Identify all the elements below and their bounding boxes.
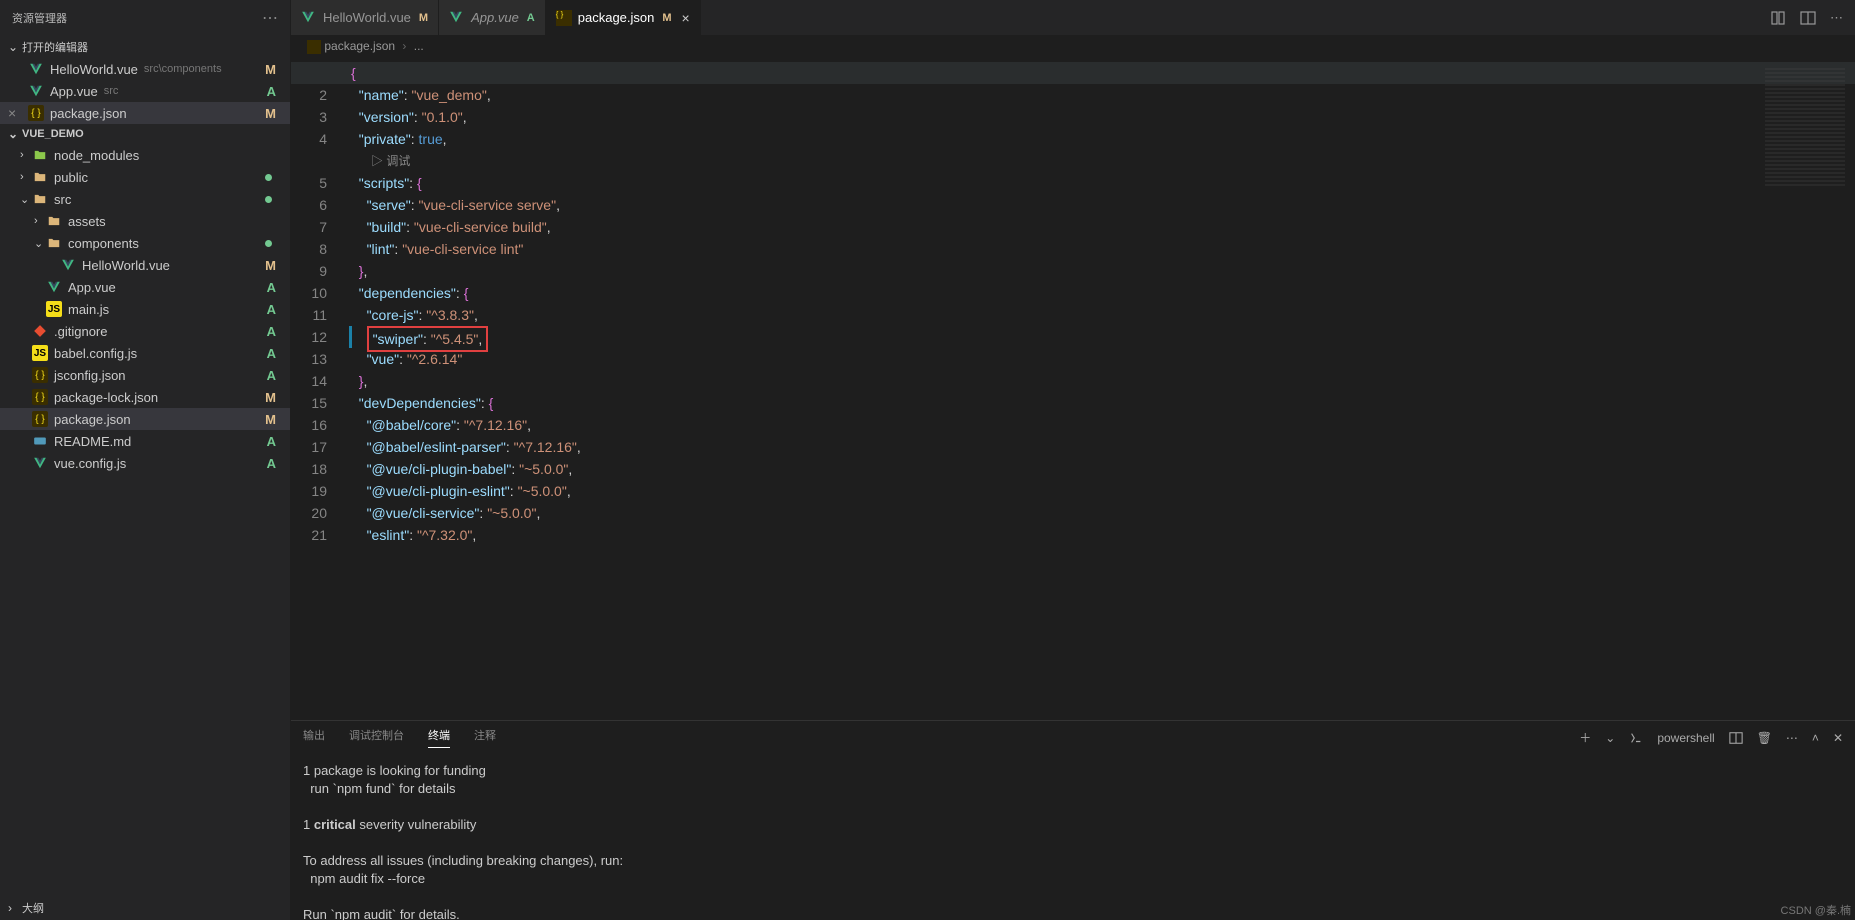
- tree-item[interactable]: { }package-lock.jsonM: [0, 386, 290, 408]
- tree-item[interactable]: README.mdA: [0, 430, 290, 452]
- folder-icon: [46, 213, 62, 229]
- watermark: CSDN @秦.楠: [1781, 902, 1851, 918]
- compare-icon[interactable]: [1770, 10, 1786, 26]
- tree-item[interactable]: .gitignoreA: [0, 320, 290, 342]
- close-icon[interactable]: ×: [682, 10, 690, 26]
- explorer-title: 资源管理器: [12, 10, 67, 26]
- vue-icon: [32, 455, 48, 471]
- tree-item[interactable]: ›assets: [0, 210, 290, 232]
- terminal-body[interactable]: 1 package is looking for funding run `np…: [291, 754, 1855, 920]
- chevron-right-icon: ›: [8, 901, 22, 915]
- tree-item[interactable]: { }package.jsonM: [0, 408, 290, 430]
- json-icon: { }: [556, 10, 572, 26]
- md-icon: [32, 433, 48, 449]
- vue-icon: [60, 257, 76, 273]
- open-editor-item[interactable]: × { } package.json M: [0, 102, 290, 124]
- scm-badge: M: [265, 106, 276, 121]
- tab[interactable]: { }package.jsonM×: [546, 0, 701, 35]
- maximize-panel-icon[interactable]: ˄: [1812, 731, 1819, 745]
- panel-tab[interactable]: 调试控制台: [349, 727, 404, 748]
- folder-icon: [32, 169, 48, 185]
- open-editors-header[interactable]: ⌄ 打开的编辑器: [0, 36, 290, 58]
- vue-icon: [449, 10, 465, 26]
- tree-item[interactable]: HelloWorld.vueM: [0, 254, 290, 276]
- explorer-header: 资源管理器 ⋯: [0, 0, 290, 36]
- json-icon: { }: [32, 389, 48, 405]
- git-icon: [32, 323, 48, 339]
- json-icon: { }: [32, 411, 48, 427]
- tab[interactable]: App.vueA: [439, 0, 546, 35]
- json-icon: { }: [28, 105, 44, 121]
- main: HelloWorld.vueMApp.vueA{ }package.jsonM×…: [291, 0, 1855, 920]
- new-terminal-icon[interactable]: ＋: [1579, 729, 1591, 746]
- tree-item[interactable]: ⌄components: [0, 232, 290, 254]
- panel-tab[interactable]: 注释: [474, 727, 496, 748]
- scm-badge: A: [267, 84, 276, 99]
- file-name: package.json: [50, 106, 127, 121]
- project-header[interactable]: ⌄ VUE_DEMO: [0, 124, 290, 144]
- terminal-profile-icon[interactable]: [1629, 731, 1643, 745]
- tree-item[interactable]: JSmain.jsA: [0, 298, 290, 320]
- split-icon[interactable]: [1800, 10, 1816, 26]
- folder-icon: [46, 235, 62, 251]
- minimap[interactable]: [1765, 68, 1845, 188]
- outline-header[interactable]: › 大纲: [0, 896, 290, 920]
- panel-tab[interactable]: 输出: [303, 727, 325, 748]
- node-icon: [32, 147, 48, 163]
- gutter: 123456789101112131415161718192021: [291, 58, 351, 720]
- tab[interactable]: HelloWorld.vueM: [291, 0, 439, 35]
- shell-label[interactable]: powershell: [1657, 731, 1714, 745]
- vue-icon: [46, 279, 62, 295]
- tree-item[interactable]: { }jsconfig.jsonA: [0, 364, 290, 386]
- file-name: App.vue: [50, 84, 98, 99]
- file-name: HelloWorld.vue: [50, 62, 138, 77]
- vue-icon: [301, 10, 317, 26]
- more-icon[interactable]: ⋯: [1786, 731, 1798, 745]
- open-editor-item[interactable]: App.vuesrcA: [0, 80, 290, 102]
- close-panel-icon[interactable]: ✕: [1833, 731, 1843, 745]
- panel-tabs: 输出 调试控制台 终端 注释 ＋ ⌄ powershell 🗑 ⋯ ˄ ✕: [291, 721, 1855, 754]
- sidebar: 资源管理器 ⋯ ⌄ 打开的编辑器 HelloWorld.vuesrc\compo…: [0, 0, 291, 920]
- scm-badge: M: [265, 62, 276, 77]
- kill-terminal-icon[interactable]: 🗑: [1757, 731, 1772, 745]
- more-icon[interactable]: ⋯: [262, 8, 278, 28]
- folder-icon: [32, 191, 48, 207]
- chevron-down-icon: ⌄: [8, 40, 22, 54]
- more-icon[interactable]: ⋯: [1830, 10, 1843, 26]
- js-icon: JS: [46, 301, 62, 317]
- vue-icon: [28, 61, 44, 77]
- open-editor-item[interactable]: HelloWorld.vuesrc\componentsM: [0, 58, 290, 80]
- tree-item[interactable]: vue.config.jsA: [0, 452, 290, 474]
- breadcrumb[interactable]: package.json › ...: [291, 35, 1855, 58]
- js-icon: JS: [32, 345, 48, 361]
- terminal-dropdown-icon[interactable]: ⌄: [1605, 731, 1615, 745]
- vue-icon: [28, 83, 44, 99]
- tree-item[interactable]: ›public: [0, 166, 290, 188]
- code[interactable]: { "name": "vue_demo", "version": "0.1.0"…: [351, 58, 1855, 720]
- close-icon[interactable]: ×: [8, 105, 16, 121]
- tree-item[interactable]: ›node_modules: [0, 144, 290, 166]
- tree-item[interactable]: JSbabel.config.jsA: [0, 342, 290, 364]
- panel-tab[interactable]: 终端: [428, 727, 450, 748]
- editor[interactable]: 123456789101112131415161718192021 { "nam…: [291, 58, 1855, 720]
- tree-item[interactable]: ⌄src: [0, 188, 290, 210]
- split-terminal-icon[interactable]: [1729, 731, 1743, 745]
- tree-item[interactable]: App.vueA: [0, 276, 290, 298]
- chevron-down-icon: ⌄: [8, 127, 22, 141]
- tabs: HelloWorld.vueMApp.vueA{ }package.jsonM×…: [291, 0, 1855, 35]
- json-icon: { }: [32, 367, 48, 383]
- terminal-panel: 输出 调试控制台 终端 注释 ＋ ⌄ powershell 🗑 ⋯ ˄ ✕ 1 pac…: [291, 720, 1855, 920]
